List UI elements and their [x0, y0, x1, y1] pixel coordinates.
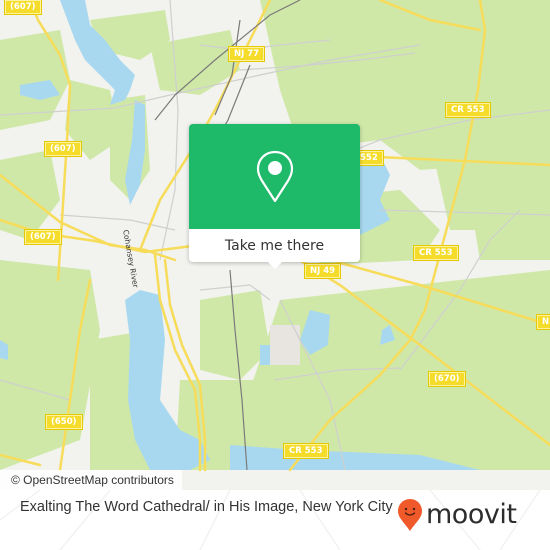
map-attribution[interactable]: © OpenStreetMap contributors: [0, 470, 182, 490]
map-view[interactable]: (607) NJ 77 (607) (607) CR 553 552 CR 55…: [0, 0, 550, 490]
place-title: Exalting The Word Cathedral/ in His Imag…: [20, 499, 393, 515]
road-label-cr553-lower: CR 553: [283, 443, 329, 459]
popup-pin-area[interactable]: [189, 124, 360, 229]
popup-pointer: [267, 261, 283, 269]
moovit-wordmark: moovit: [426, 499, 517, 530]
road-label-607-top: (607): [4, 0, 42, 15]
footer: Exalting The Word Cathedral/ in His Imag…: [0, 490, 550, 550]
road-label-cr553-mid: CR 553: [413, 245, 459, 261]
road-label-670: (670): [428, 371, 466, 387]
moovit-logo[interactable]: moovit: [397, 497, 517, 533]
road-label-607-lower: (607): [24, 229, 62, 245]
road-label-cr553-upper: CR 553: [445, 102, 491, 118]
road-label-nj49-right: N: [535, 314, 550, 330]
moovit-smiley-pin-icon: [398, 499, 422, 531]
road-label-nj77: NJ 77: [227, 46, 266, 62]
road-label-nj49: NJ 49: [303, 263, 342, 279]
road-label-650: (650): [45, 414, 83, 430]
take-me-there-button[interactable]: Take me there: [189, 229, 360, 262]
map-pin-icon: [256, 150, 293, 202]
road-label-607-mid: (607): [44, 141, 82, 157]
location-popup: Take me there: [189, 124, 360, 269]
